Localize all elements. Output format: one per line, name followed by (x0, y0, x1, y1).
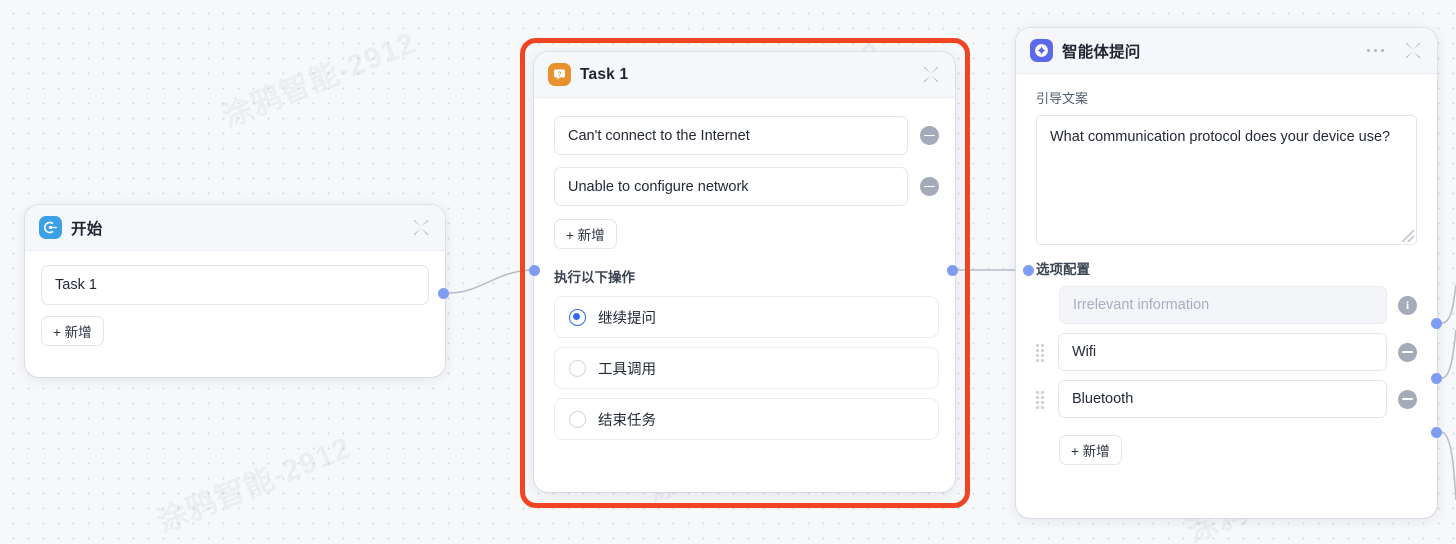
workflow-canvas[interactable]: 涂鸦智能-2912 涂鸦智能-2912 涂鸦智能-2912 涂鸦智能-2912 … (0, 0, 1456, 544)
task-action-label: 工具调用 (598, 361, 656, 378)
drag-handle-icon[interactable] (1036, 344, 1047, 362)
start-flow-icon (39, 216, 62, 239)
watermark: 涂鸦智能-2912 (152, 431, 356, 540)
edge-agent-option-0 (1441, 284, 1456, 324)
agent-add-button[interactable]: + 新增 (1059, 435, 1122, 465)
port-agent-output-option-1[interactable] (1431, 427, 1442, 438)
port-task-output[interactable] (947, 265, 958, 276)
agent-option-input[interactable]: Bluetooth (1058, 380, 1387, 418)
node-agent-header: 智能体提问 (1016, 28, 1437, 74)
agent-fallback-option-row: Irrelevant information i (1036, 286, 1417, 324)
radio-selected-icon[interactable] (569, 308, 586, 326)
agent-fallback-input[interactable]: Irrelevant information (1059, 286, 1387, 324)
agent-option-row: Wifi (1036, 333, 1417, 371)
node-agent[interactable]: 智能体提问 引导文案 What communication protocol d… (1016, 28, 1437, 518)
node-start-body: Task 1 + 新增 (25, 251, 445, 362)
task-action-option[interactable]: 结束任务 (554, 398, 939, 440)
task-action-option[interactable]: 继续提问 (554, 296, 939, 338)
textarea-resize-handle[interactable] (1402, 230, 1414, 242)
node-start[interactable]: 开始 Task 1 + 新增 (25, 205, 445, 377)
agent-option-row: Bluetooth (1036, 380, 1417, 418)
task-question-input[interactable]: Unable to configure network (554, 167, 908, 206)
node-task-header: ? Task 1 (534, 52, 955, 98)
agent-prompt-label: 引导文案 (1036, 91, 1089, 106)
agent-option-input[interactable]: Wifi (1058, 333, 1387, 371)
task-action-option[interactable]: 工具调用 (554, 347, 939, 389)
minus-circle-icon[interactable] (1398, 342, 1417, 362)
radio-unselected-icon[interactable] (569, 410, 586, 428)
node-task[interactable]: ? Task 1 Can't connect to the Internet U… (534, 52, 955, 492)
minus-circle-icon[interactable] (920, 126, 939, 145)
start-add-button[interactable]: + 新增 (41, 316, 104, 346)
port-task-input[interactable] (529, 265, 540, 276)
radio-unselected-icon[interactable] (569, 359, 586, 377)
task-question-row: Can't connect to the Internet (554, 116, 939, 155)
port-start-output[interactable] (438, 288, 449, 299)
agent-options-label: 选项配置 (1036, 262, 1090, 277)
question-bubble-icon: ? (548, 63, 571, 86)
node-task-title: Task 1 (580, 65, 629, 83)
minus-circle-icon[interactable] (1398, 389, 1417, 409)
node-agent-body: 引导文案 What communication protocol does yo… (1016, 74, 1437, 481)
watermark: 涂鸦智能-2912 (217, 26, 421, 135)
agent-prompt-value: What communication protocol does your de… (1050, 129, 1391, 145)
edge-start-to-task (448, 269, 531, 294)
port-agent-output-option-0[interactable] (1431, 373, 1442, 384)
collapse-chevrons-icon[interactable] (411, 218, 431, 238)
collapse-chevrons-icon[interactable] (1403, 41, 1423, 61)
task-actions-label: 执行以下操作 (554, 270, 635, 285)
agent-fallback-placeholder: Irrelevant information (1073, 297, 1210, 313)
info-circle-icon[interactable]: i (1398, 295, 1417, 315)
node-start-header: 开始 (25, 205, 445, 251)
task-add-button[interactable]: + 新增 (554, 219, 617, 249)
agent-prompt-textarea[interactable]: What communication protocol does your de… (1036, 115, 1417, 245)
edge-agent-option-1 (1441, 329, 1456, 379)
task-question-row: Unable to configure network (554, 167, 939, 206)
more-dots-icon[interactable] (1365, 45, 1386, 56)
port-agent-input[interactable] (1023, 265, 1034, 276)
node-task-body: Can't connect to the Internet Unable to … (534, 98, 955, 465)
edge-agent-option-2 (1441, 431, 1456, 501)
svg-text:?: ? (558, 71, 562, 78)
port-agent-output-fallback[interactable] (1431, 318, 1442, 329)
drag-handle-icon[interactable] (1036, 391, 1047, 409)
agent-spark-icon (1030, 39, 1053, 62)
start-task-input[interactable]: Task 1 (41, 265, 429, 305)
task-question-input[interactable]: Can't connect to the Internet (554, 116, 908, 155)
task-action-label: 继续提问 (598, 310, 656, 327)
task-action-label: 结束任务 (598, 412, 656, 429)
collapse-chevrons-icon[interactable] (921, 65, 941, 85)
node-agent-title: 智能体提问 (1062, 43, 1141, 61)
minus-circle-icon[interactable] (920, 177, 939, 196)
node-start-title: 开始 (71, 220, 103, 238)
